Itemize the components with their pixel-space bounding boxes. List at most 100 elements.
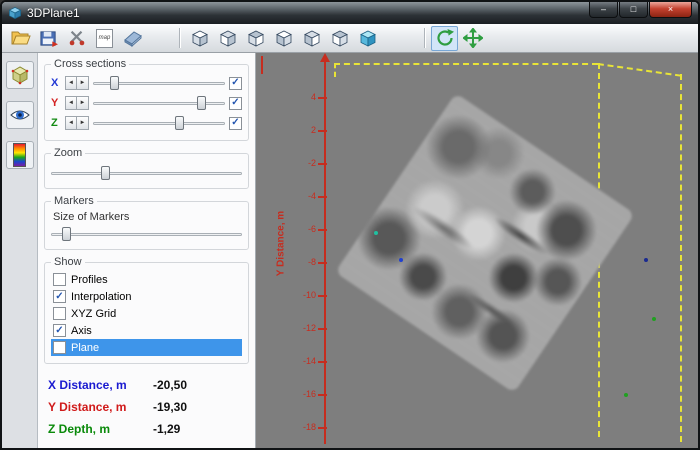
show-item-axis[interactable]: ✓ Axis — [51, 322, 242, 339]
show-item-xyz-grid[interactable]: XYZ Grid — [51, 305, 242, 322]
eraser-icon — [123, 31, 142, 48]
tools-icon — [69, 30, 84, 46]
marker-slider-thumb[interactable] — [62, 227, 72, 241]
plane-checkbox[interactable] — [53, 341, 66, 354]
x-slider-thumb[interactable] — [110, 76, 120, 90]
maximize-button[interactable]: □ — [619, 2, 648, 18]
rotate-mode-button[interactable] — [431, 25, 458, 51]
cube-view-6-button[interactable] — [326, 26, 353, 51]
cube-view-1-button[interactable] — [186, 26, 213, 51]
left-icon-strip — [2, 53, 38, 448]
y-tick — [318, 163, 327, 165]
eraser-button[interactable] — [119, 26, 146, 51]
spin-right-icon[interactable]: ► — [77, 96, 89, 110]
show-item-interpolation[interactable]: ✓ Interpolation — [51, 288, 242, 305]
spin-left-icon[interactable]: ◄ — [65, 76, 77, 90]
main-toolbar: map — [2, 24, 698, 53]
x-distance-value: -20,50 — [153, 378, 188, 392]
spin-left-icon[interactable]: ◄ — [65, 96, 77, 110]
y-slider-thumb[interactable] — [197, 96, 207, 110]
cube-view-1-icon — [191, 30, 208, 47]
bounding-box-diagonal-edge — [597, 63, 682, 77]
z-depth-label: Z Depth, m — [48, 422, 110, 436]
cross-sections-caption: Cross sections — [54, 58, 127, 70]
cube-view-6-icon — [331, 30, 348, 47]
cube-view-4-button[interactable] — [270, 26, 297, 51]
map-notes-button[interactable]: map — [91, 26, 118, 51]
y-slider[interactable] — [93, 95, 225, 111]
color-scale-button[interactable] — [5, 141, 34, 169]
visibility-button[interactable] — [5, 101, 34, 129]
plane-label: Plane — [71, 341, 100, 354]
show-item-profiles[interactable]: Profiles — [51, 271, 242, 288]
y-visible-checkbox[interactable]: ✓ — [229, 96, 242, 110]
y-tick — [318, 328, 327, 330]
y-tick — [318, 427, 327, 429]
x-slider[interactable] — [93, 75, 225, 91]
zoom-slider-thumb[interactable] — [100, 166, 110, 180]
z-axis-segment — [261, 56, 263, 74]
cube-view-5-icon — [303, 30, 320, 47]
y-tick — [318, 229, 327, 231]
open-project-button[interactable] — [7, 26, 34, 51]
z-slider[interactable] — [93, 115, 225, 131]
cube-view-solid-button[interactable] — [354, 26, 381, 51]
color-scale-icon — [13, 143, 26, 167]
bounding-box-far-edge — [680, 74, 682, 442]
minimize-button[interactable]: – — [589, 2, 618, 18]
y-tick-label: -2 — [307, 158, 316, 168]
x-axis-label: X — [51, 77, 59, 89]
x-distance-readout: X Distance, m -20,50 — [44, 374, 249, 396]
toolbar-separator — [424, 28, 425, 48]
spin-left-icon[interactable]: ◄ — [65, 116, 77, 130]
cube-view-3-button[interactable] — [242, 26, 269, 51]
zoom-slider[interactable] — [51, 165, 242, 181]
cross-section-x-row: X ◄ ► ✓ — [51, 73, 242, 93]
cube-view-2-button[interactable] — [214, 26, 241, 51]
depth-slice-heatmap — [335, 93, 635, 393]
control-panel: Cross sections X ◄ ► ✓ Y ◄ ► ✓ Z ◄ ► ✓ Z… — [38, 53, 256, 448]
xyz-grid-label: XYZ Grid — [71, 307, 117, 320]
pan-mode-button[interactable] — [459, 26, 486, 51]
map-notes-icon: map — [96, 28, 113, 48]
cube-view-5-button[interactable] — [298, 26, 325, 51]
profiles-checkbox[interactable] — [53, 273, 66, 286]
show-caption: Show — [54, 256, 82, 268]
y-tick — [318, 394, 327, 396]
show-item-plane[interactable]: Plane — [51, 339, 242, 356]
marker-size-slider[interactable] — [51, 226, 242, 242]
spin-right-icon[interactable]: ► — [77, 76, 89, 90]
y-distance-readout: Y Distance, m -19,30 — [44, 396, 249, 418]
z-slider-thumb[interactable] — [174, 116, 184, 130]
move-arrows-icon — [462, 28, 483, 48]
z-visible-checkbox[interactable]: ✓ — [229, 116, 242, 130]
bounding-box-top-edge — [334, 63, 598, 65]
titlebar[interactable]: 3DPlane1 – □ × — [2, 2, 698, 24]
interpolation-label: Interpolation — [71, 290, 132, 303]
zoom-caption: Zoom — [54, 147, 83, 159]
zoom-group: Zoom — [44, 147, 249, 189]
tools-button[interactable] — [63, 26, 90, 51]
axis-label: Axis — [71, 324, 92, 337]
marker-dot — [624, 393, 628, 397]
y-tick-label: 4 — [310, 92, 316, 102]
viewport-3d[interactable]: Y Distance, m 4 2 -2 -4 -6 -8 -10 -12 -1… — [256, 53, 698, 448]
z-slider-track — [93, 122, 225, 125]
profiles-label: Profiles — [71, 273, 108, 286]
y-distance-label: Y Distance, m — [48, 400, 127, 414]
xyz-grid-checkbox[interactable] — [53, 307, 66, 320]
y-tick-label: -14 — [302, 356, 316, 366]
interpolation-checkbox[interactable]: ✓ — [53, 290, 66, 303]
open-folder-icon — [11, 31, 31, 45]
y-tick-label: -4 — [307, 191, 316, 201]
app-window: 3DPlane1 – □ × map Cross sections X ◄ ► … — [0, 0, 700, 450]
x-visible-checkbox[interactable]: ✓ — [229, 76, 242, 90]
box-3d-button[interactable] — [5, 61, 34, 89]
spin-right-icon[interactable]: ► — [77, 116, 89, 130]
box-3d-icon — [11, 66, 28, 85]
y-axis-label: Y — [51, 97, 59, 109]
save-button[interactable] — [35, 26, 62, 51]
axis-checkbox[interactable]: ✓ — [53, 324, 66, 337]
close-button[interactable]: × — [649, 2, 692, 18]
cross-sections-group: Cross sections X ◄ ► ✓ Y ◄ ► ✓ Z ◄ ► ✓ — [44, 58, 249, 141]
